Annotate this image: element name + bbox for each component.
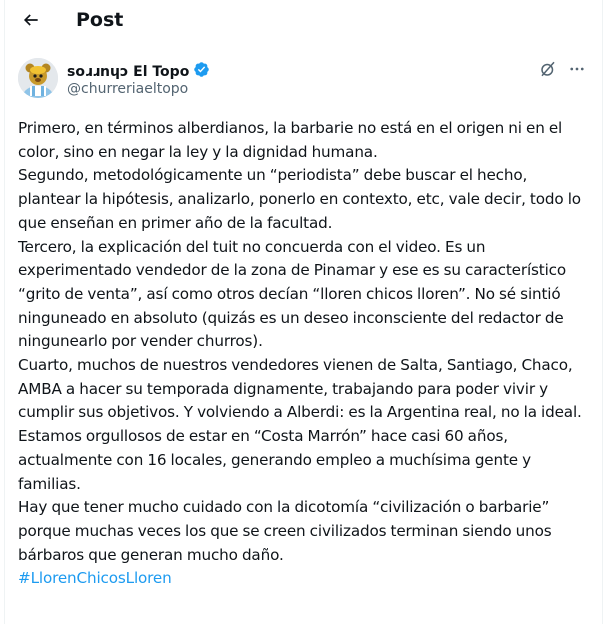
column-border-right xyxy=(602,0,603,624)
back-button[interactable] xyxy=(14,6,48,38)
post-paragraph: Estamos orgullosos de estar en “Costa Ma… xyxy=(18,427,531,493)
post-header: Post xyxy=(0,0,607,44)
page-title: Post xyxy=(76,9,124,31)
post-text: Primero, en términos alberdianos, la bar… xyxy=(18,117,590,591)
column-border-left xyxy=(4,0,5,624)
user-handle[interactable]: @churreriaeltopo xyxy=(67,81,188,97)
post-paragraph: Segundo, metodológicamente un “periodist… xyxy=(18,166,581,232)
post-paragraph: Tercero, la explicación del tuit no conc… xyxy=(18,237,566,351)
grok-button[interactable] xyxy=(537,60,559,82)
post-paragraph: Cuarto, muchos de nuestros vendedores vi… xyxy=(18,356,582,422)
more-options-button[interactable] xyxy=(565,60,589,82)
grok-icon xyxy=(539,60,557,82)
more-horizontal-icon xyxy=(568,60,586,82)
display-name-line: ꜱoɹɹnɥɔ El Topo xyxy=(67,61,210,82)
avatar[interactable] xyxy=(18,58,58,98)
post-paragraph: Primero, en términos alberdianos, la bar… xyxy=(18,119,563,161)
display-name[interactable]: ꜱoɹɹnɥɔ El Topo xyxy=(67,64,189,80)
arrow-left-icon xyxy=(21,10,41,34)
verified-badge-icon xyxy=(193,61,210,82)
post-paragraph: Hay que tener mucho cuidado con la dicot… xyxy=(18,498,552,564)
hashtag-link[interactable]: #LlorenChicosLloren xyxy=(18,569,172,587)
post-author: ꜱoɹɹnɥɔ El Topo @churreriaeltopo xyxy=(18,58,589,102)
mascot-avatar-image xyxy=(18,58,58,98)
